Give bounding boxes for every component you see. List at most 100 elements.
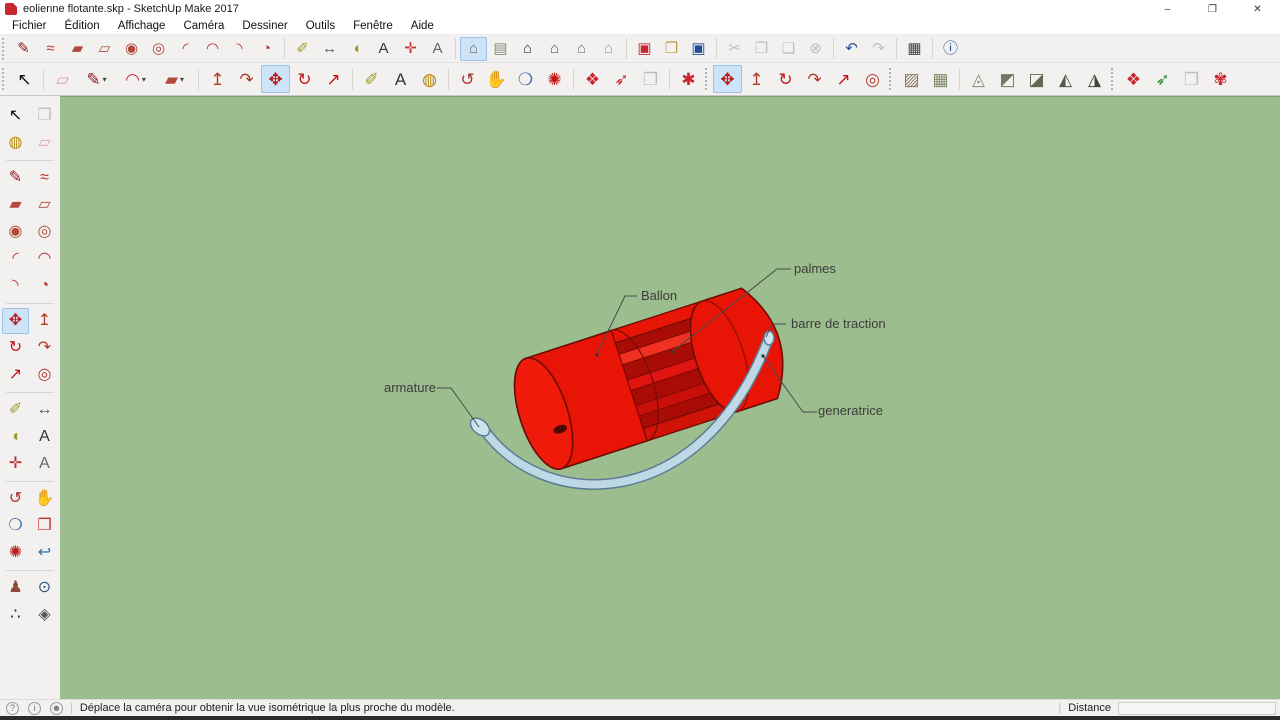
arc-tool-icon[interactable]: ◠ [116, 65, 155, 93]
rotate-tool-icon[interactable]: ↻ [290, 65, 319, 93]
dimension-tool-icon[interactable]: ↔ [316, 37, 343, 61]
cut-button[interactable]: ✂ [721, 37, 748, 61]
circle-tool-icon[interactable]: ◉ [118, 37, 145, 61]
extension-warehouse-button[interactable]: ✾ [1206, 65, 1235, 93]
rectangle-tool-icon[interactable]: ▰ [155, 65, 194, 93]
model-canvas[interactable] [60, 97, 1280, 699]
zoom-extents-icon[interactable]: ✺ [2, 540, 29, 566]
zoom-tool-icon[interactable]: ❍ [2, 513, 29, 539]
select-tool-icon[interactable]: ↖ [2, 103, 29, 129]
menu-outils[interactable]: Outils [297, 20, 344, 32]
line-tool-icon[interactable]: ✎ [2, 165, 29, 191]
minimize-button[interactable]: – [1145, 0, 1190, 18]
open-button[interactable]: ❐ [658, 37, 685, 61]
label-palmes[interactable]: palmes [794, 261, 836, 276]
protractor-tool-icon[interactable]: ◖ [343, 37, 370, 61]
label-barre-de-traction[interactable]: barre de traction [791, 316, 886, 331]
user-icon[interactable]: ☻ [50, 701, 63, 715]
zoom-tool-icon[interactable]: ❍ [511, 65, 540, 93]
rotated-rectangle-tool-icon[interactable]: ▱ [31, 192, 58, 218]
offset-tool-icon[interactable]: ◎ [31, 362, 58, 388]
save-button[interactable]: ▣ [685, 37, 712, 61]
arc-tool-icon[interactable]: ◜ [172, 37, 199, 61]
drape-tool-icon[interactable]: ◪ [1022, 65, 1051, 93]
right-view-icon[interactable]: ⌂ [541, 37, 568, 61]
walk-tool-icon[interactable]: ∴ [2, 602, 29, 628]
previous-view-icon[interactable]: ↩ [31, 540, 58, 566]
undo-button[interactable]: ↶ [838, 37, 865, 61]
polygon-tool-icon[interactable]: ◎ [31, 219, 58, 245]
paste-button[interactable]: ❑ [775, 37, 802, 61]
pie-tool-icon[interactable]: ◔ [31, 273, 58, 299]
menu-dessiner[interactable]: Dessiner [233, 20, 296, 32]
back-view-icon[interactable]: ⌂ [568, 37, 595, 61]
tape-measure-tool-icon[interactable]: ✐ [357, 65, 386, 93]
extension-warehouse-button[interactable]: ✱ [674, 65, 703, 93]
front-view-icon[interactable]: ⌂ [514, 37, 541, 61]
scale-tool-icon[interactable]: ↗ [2, 362, 29, 388]
look-around-tool-icon[interactable]: ⊙ [31, 575, 58, 601]
label-armature[interactable]: armature [384, 380, 436, 395]
pan-tool-icon[interactable]: ✋ [482, 65, 511, 93]
move-tool-icon[interactable]: ✥ [261, 65, 290, 93]
text-tool-icon[interactable]: A [370, 37, 397, 61]
tape-measure-tool-icon[interactable]: ✐ [2, 397, 29, 423]
delete-button[interactable]: ⊗ [802, 37, 829, 61]
three-point-arc-tool-icon[interactable]: ◝ [226, 37, 253, 61]
menu-edition[interactable]: Édition [56, 20, 109, 32]
select-tool-icon[interactable]: ↖ [10, 65, 39, 93]
move-tool-icon[interactable]: ✥ [713, 65, 742, 93]
axes-tool-icon[interactable]: ✛ [2, 451, 29, 477]
menu-affichage[interactable]: Affichage [109, 20, 175, 32]
three-point-arc-tool-icon[interactable]: ◝ [2, 273, 29, 299]
restore-button[interactable]: ❐ [1190, 0, 1235, 18]
move-tool-icon[interactable]: ✥ [2, 308, 29, 334]
freehand-tool-icon[interactable]: ≈ [37, 37, 64, 61]
tape-measure-tool-icon[interactable]: ✐ [289, 37, 316, 61]
menu-aide[interactable]: Aide [402, 20, 443, 32]
circle-tool-icon[interactable]: ◉ [2, 219, 29, 245]
send-to-layout-button[interactable]: ❒ [636, 65, 665, 93]
zoom-extents-icon[interactable]: ✺ [540, 65, 569, 93]
label-ballon[interactable]: Ballon [641, 288, 677, 303]
rotate-tool-icon[interactable]: ↻ [771, 65, 800, 93]
rotate-tool-icon[interactable]: ↻ [2, 335, 29, 361]
follow-me-tool-icon[interactable]: ↷ [31, 335, 58, 361]
get-models-button[interactable]: ❖ [578, 65, 607, 93]
text-tool-icon[interactable]: A [31, 424, 58, 450]
stamp-tool-icon[interactable]: ◩ [993, 65, 1022, 93]
new-button[interactable]: ▣ [631, 37, 658, 61]
add-detail-tool-icon[interactable]: ◭ [1051, 65, 1080, 93]
orbit-tool-icon[interactable]: ↺ [453, 65, 482, 93]
polygon-tool-icon[interactable]: ◎ [145, 37, 172, 61]
menu-fenetre[interactable]: Fenêtre [344, 20, 402, 32]
make-component-icon[interactable]: ❒ [31, 103, 58, 129]
dimension-tool-icon[interactable]: ↔ [31, 397, 58, 423]
position-camera-tool-icon[interactable]: ♟ [2, 575, 29, 601]
line-tool-icon[interactable]: ✎ [10, 37, 37, 61]
share-model-button[interactable]: ➶ [607, 65, 636, 93]
arc-tool-icon[interactable]: ◜ [2, 246, 29, 272]
paint-bucket-tool-icon[interactable]: ◍ [2, 130, 29, 156]
scale-tool-icon[interactable]: ↗ [319, 65, 348, 93]
share-model-button[interactable]: ➶ [1148, 65, 1177, 93]
line-tool-icon[interactable]: ✎ [77, 65, 116, 93]
menu-camera[interactable]: Caméra [174, 20, 233, 32]
flip-edge-tool-icon[interactable]: ◮ [1080, 65, 1109, 93]
push-pull-tool-icon[interactable]: ↥ [203, 65, 232, 93]
push-pull-tool-icon[interactable]: ↥ [31, 308, 58, 334]
from-scratch-tool-icon[interactable]: ▦ [926, 65, 955, 93]
freehand-tool-icon[interactable]: ≈ [31, 165, 58, 191]
offset-tool-icon[interactable]: ◎ [858, 65, 887, 93]
rotated-rectangle-tool-icon[interactable]: ▱ [91, 37, 118, 61]
eraser-tool-icon[interactable]: ▱ [48, 65, 77, 93]
3d-text-tool-icon[interactable]: A [31, 451, 58, 477]
push-pull-tool-icon[interactable]: ↥ [742, 65, 771, 93]
text-tool-icon[interactable]: A [386, 65, 415, 93]
top-view-icon[interactable]: ▤ [487, 37, 514, 61]
zoom-window-tool-icon[interactable]: ❒ [31, 513, 58, 539]
pan-tool-icon[interactable]: ✋ [31, 486, 58, 512]
smoove-tool-icon[interactable]: ◬ [964, 65, 993, 93]
left-view-icon[interactable]: ⌂ [595, 37, 622, 61]
menu-fichier[interactable]: Fichier [3, 20, 56, 32]
